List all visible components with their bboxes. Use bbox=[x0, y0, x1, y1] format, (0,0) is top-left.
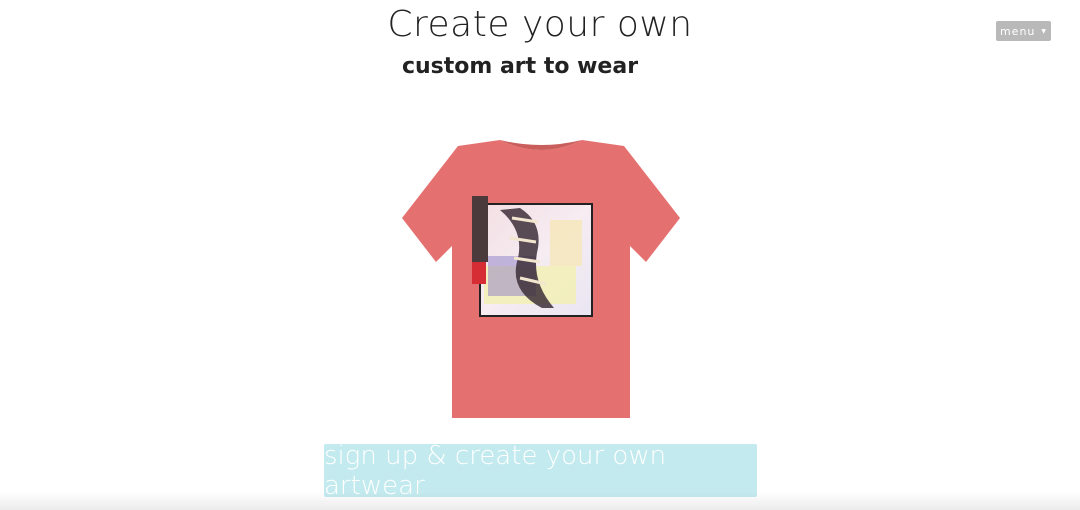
product-image bbox=[400, 138, 682, 423]
page-title: Create your own bbox=[387, 4, 693, 45]
page-subtitle: custom art to wear bbox=[401, 54, 639, 79]
tshirt-image bbox=[402, 140, 680, 418]
shirt-print bbox=[472, 196, 593, 317]
menu-button[interactable]: menu ▼ bbox=[996, 21, 1051, 41]
caret-down-icon: ▼ bbox=[1041, 27, 1048, 35]
menu-label: menu bbox=[999, 24, 1036, 38]
signup-cta-button[interactable]: sign up & create your own artwear bbox=[324, 441, 757, 501]
